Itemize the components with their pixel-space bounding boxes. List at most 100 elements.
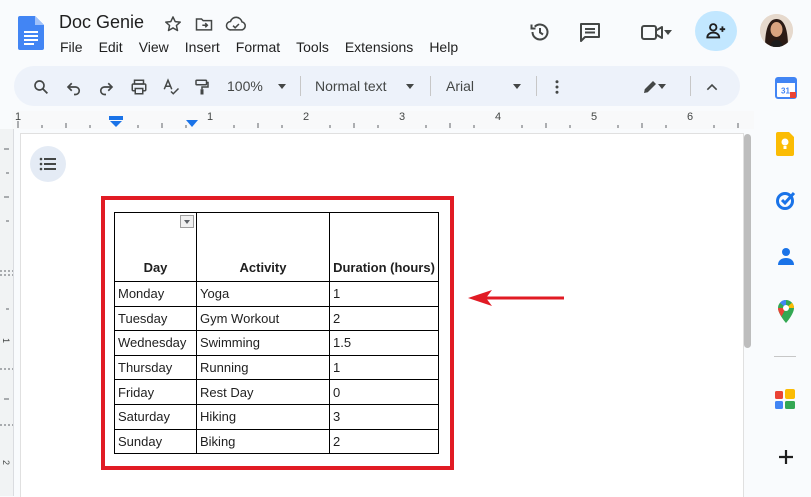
table-cell[interactable]: Swimming bbox=[196, 330, 330, 356]
more-options-button[interactable] bbox=[545, 75, 569, 99]
table-cell[interactable]: Tuesday bbox=[114, 305, 197, 332]
toolbar-divider bbox=[536, 76, 537, 96]
add-ons-app-icon[interactable] bbox=[774, 388, 798, 412]
more-vert-icon bbox=[548, 78, 566, 96]
style-select[interactable]: Normal text bbox=[315, 78, 387, 94]
tasks-icon[interactable] bbox=[774, 188, 798, 212]
ruler-number: 2 bbox=[303, 111, 310, 123]
maps-icon[interactable] bbox=[774, 300, 798, 324]
paint-format-button[interactable] bbox=[190, 75, 214, 99]
menu-help[interactable]: Help bbox=[421, 38, 466, 58]
table-cell[interactable]: 3 bbox=[329, 403, 439, 430]
meet-button[interactable] bbox=[628, 12, 678, 52]
move-to-folder-icon[interactable] bbox=[194, 14, 214, 34]
table-cell[interactable]: 1.5 bbox=[329, 330, 439, 356]
annotation-arrow-icon bbox=[466, 287, 566, 309]
vertical-ruler-number: 1 bbox=[1, 338, 11, 343]
keep-icon[interactable] bbox=[774, 132, 798, 156]
table-cell[interactable]: 2 bbox=[329, 428, 439, 455]
table-row: Saturday Hiking 3 bbox=[114, 403, 439, 430]
menu-file[interactable]: File bbox=[52, 38, 91, 58]
table-cell[interactable]: Thursday bbox=[114, 354, 197, 381]
header-day: Day bbox=[143, 260, 168, 275]
pencil-icon bbox=[641, 78, 659, 96]
hide-menus-button[interactable] bbox=[700, 75, 724, 99]
table-header-cell[interactable]: Activity bbox=[196, 212, 330, 282]
table-cell[interactable]: Gym Workout bbox=[196, 305, 330, 332]
header-duration: Duration (hours) bbox=[333, 260, 435, 275]
menu-insert[interactable]: Insert bbox=[177, 38, 228, 58]
table-header-cell[interactable]: Day bbox=[114, 212, 197, 282]
document-outline-button[interactable] bbox=[30, 146, 66, 182]
zoom-select[interactable]: 100% bbox=[227, 78, 263, 94]
menu-format[interactable]: Format bbox=[228, 38, 288, 58]
header-activity: Activity bbox=[239, 260, 287, 275]
history-icon bbox=[528, 20, 552, 44]
add-person-icon bbox=[705, 20, 727, 42]
table-cell[interactable]: Hiking bbox=[196, 403, 330, 430]
table-cell[interactable]: 0 bbox=[329, 379, 439, 405]
horizontal-ruler[interactable]: 1 1 2 3 4 5 6 bbox=[12, 111, 754, 129]
ruler-number: 4 bbox=[495, 111, 502, 123]
table-cell[interactable]: Running bbox=[196, 354, 330, 381]
search-icon bbox=[32, 78, 50, 96]
search-menus-button[interactable] bbox=[29, 75, 53, 99]
spellcheck-icon bbox=[162, 78, 180, 96]
document-title[interactable]: Doc Genie bbox=[59, 12, 144, 33]
calendar-icon[interactable]: 31 bbox=[774, 76, 798, 100]
menu-tools[interactable]: Tools bbox=[288, 38, 337, 58]
print-icon bbox=[130, 78, 148, 96]
contacts-icon[interactable] bbox=[774, 244, 798, 268]
table-cell[interactable]: Wednesday bbox=[114, 330, 197, 356]
menu-extensions[interactable]: Extensions bbox=[337, 38, 421, 58]
font-chevron-down-icon bbox=[513, 84, 521, 89]
menu-edit[interactable]: Edit bbox=[91, 38, 131, 58]
ruler-number: 1 bbox=[207, 111, 214, 123]
star-icon[interactable] bbox=[163, 14, 183, 34]
zoom-chevron-down-icon bbox=[278, 84, 286, 89]
video-call-icon bbox=[640, 21, 666, 43]
activity-table[interactable]: Day Activity Duration (hours) Monday Yog… bbox=[114, 212, 439, 455]
comments-icon bbox=[578, 20, 602, 44]
filter-dropdown-icon[interactable] bbox=[180, 215, 194, 228]
table-row: Wednesday Swimming 1.5 bbox=[114, 330, 439, 356]
table-cell[interactable]: Friday bbox=[114, 379, 197, 405]
docs-logo-icon[interactable] bbox=[18, 16, 44, 50]
chevron-down-icon bbox=[664, 30, 672, 35]
calendar-day-text: 31 bbox=[781, 87, 790, 96]
cloud-saved-icon[interactable] bbox=[225, 14, 247, 34]
table-header-cell[interactable]: Duration (hours) bbox=[329, 212, 439, 282]
vertical-scrollbar[interactable] bbox=[744, 134, 751, 348]
table-cell[interactable]: 1 bbox=[329, 281, 439, 307]
zoom-value: 100% bbox=[227, 78, 263, 94]
share-button[interactable] bbox=[695, 11, 737, 51]
table-cell[interactable]: Yoga bbox=[196, 281, 330, 307]
user-avatar[interactable] bbox=[760, 14, 793, 47]
table-cell[interactable]: Biking bbox=[196, 428, 330, 455]
menu-view[interactable]: View bbox=[131, 38, 177, 58]
table-cell[interactable]: Monday bbox=[114, 281, 197, 307]
table-cell[interactable]: Saturday bbox=[114, 403, 197, 430]
table-cell[interactable]: Sunday bbox=[114, 428, 197, 455]
spelling-check-button[interactable] bbox=[159, 75, 183, 99]
add-icon[interactable] bbox=[774, 445, 798, 469]
comments-button[interactable] bbox=[570, 12, 610, 52]
ruler-number: 5 bbox=[591, 111, 598, 123]
table-row: Thursday Running 1 bbox=[114, 354, 439, 381]
table-cell[interactable]: Rest Day bbox=[196, 379, 330, 405]
vertical-ruler[interactable]: 1 2 bbox=[0, 129, 14, 496]
redo-button[interactable] bbox=[94, 75, 118, 99]
first-line-indent-marker bbox=[109, 116, 123, 120]
undo-button[interactable] bbox=[62, 75, 86, 99]
font-select[interactable]: Arial bbox=[446, 78, 474, 94]
ruler-number: 1 bbox=[15, 111, 22, 123]
menu-bar: File Edit View Insert Format Tools Exten… bbox=[52, 38, 466, 58]
ruler-number: 6 bbox=[687, 111, 694, 123]
table-cell[interactable]: 1 bbox=[329, 354, 439, 381]
paint-format-icon bbox=[193, 78, 211, 96]
print-button[interactable] bbox=[127, 75, 151, 99]
version-history-button[interactable] bbox=[520, 12, 560, 52]
chevron-up-icon bbox=[704, 79, 720, 95]
redo-icon bbox=[97, 78, 115, 96]
table-cell[interactable]: 2 bbox=[329, 305, 439, 332]
